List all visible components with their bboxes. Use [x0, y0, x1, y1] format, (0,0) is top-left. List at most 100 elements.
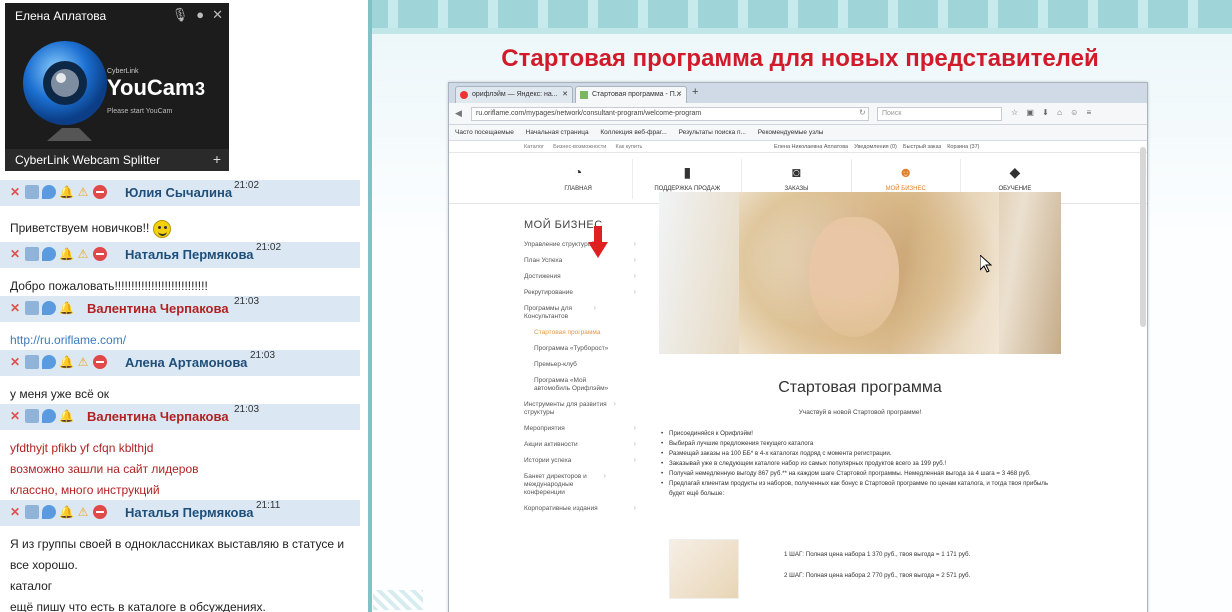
- slide-title: Стартовая программа для новых представит…: [501, 45, 1099, 72]
- block-icon[interactable]: [93, 505, 107, 519]
- yandex-icon: [460, 91, 468, 99]
- copy-icon[interactable]: [25, 301, 39, 315]
- bookmark-item[interactable]: Часто посещаемые: [455, 129, 514, 136]
- sidebar-item-active[interactable]: Стартовая программа: [524, 325, 644, 341]
- browser-tab[interactable]: орифлэйм — Яндекс: на... ✕: [455, 86, 573, 103]
- bell-icon[interactable]: 🔔: [59, 185, 74, 199]
- delete-icon[interactable]: ✕: [8, 247, 22, 261]
- copy-icon[interactable]: [25, 185, 39, 199]
- browser-window: орифлэйм — Яндекс: на... ✕ Стартовая про…: [448, 82, 1148, 612]
- copy-icon[interactable]: [25, 409, 39, 423]
- close-icon[interactable]: ✕: [212, 7, 223, 23]
- copy-icon[interactable]: [25, 505, 39, 519]
- bell-icon[interactable]: 🔔: [59, 355, 74, 369]
- bell-icon[interactable]: 🔔: [59, 247, 74, 261]
- new-tab-button[interactable]: +: [692, 86, 698, 98]
- message-body: Добро пожаловать!!!!!!!!!!!!!!!!!!!!!!!!…: [10, 276, 208, 297]
- delete-icon[interactable]: ✕: [8, 355, 22, 369]
- cart-link[interactable]: Корзина (37): [947, 144, 979, 150]
- search-input[interactable]: Поиск: [877, 107, 1002, 121]
- message-body: у меня уже всё ок: [10, 384, 109, 405]
- warning-icon[interactable]: ⚠: [76, 185, 90, 199]
- close-tab-icon[interactable]: ✕: [562, 90, 568, 98]
- navigation-toolbar: ◀ ru.oriflame.com/mypages/network/consul…: [449, 103, 1147, 125]
- product-image: [669, 539, 739, 599]
- reply-icon[interactable]: [42, 355, 56, 369]
- site-top-links: Каталог Бизнес-возможности Как купить Ел…: [449, 141, 1147, 153]
- reply-icon[interactable]: [42, 247, 56, 261]
- delete-icon[interactable]: ✕: [8, 409, 22, 423]
- quick-order-link[interactable]: Быстрый заказ: [903, 144, 941, 150]
- sidebar-item[interactable]: Управление структурой: [524, 237, 644, 253]
- smiley-icon: [152, 219, 171, 238]
- notifications-link[interactable]: Уведомления (0): [854, 144, 897, 150]
- sidebar-item[interactable]: План Успеха: [524, 253, 644, 269]
- copy-icon[interactable]: [25, 247, 39, 261]
- block-icon[interactable]: [93, 185, 107, 199]
- nav-home[interactable]: ◔ Главная: [524, 159, 634, 199]
- bookmark-item[interactable]: Результаты поиска п...: [679, 129, 746, 136]
- red-arrow-icon: [588, 226, 608, 258]
- block-icon[interactable]: [93, 247, 107, 261]
- toolbar-icons[interactable]: ☆ ▣ ⬇ ⌂ ☺ ≡: [1011, 108, 1091, 117]
- back-icon[interactable]: ◀: [455, 108, 462, 119]
- warning-icon[interactable]: ⚠: [76, 247, 90, 261]
- reload-icon[interactable]: ↻: [859, 108, 866, 117]
- bell-icon[interactable]: 🔔: [59, 505, 74, 519]
- bookmark-item[interactable]: Коллекция веб-фраг...: [600, 129, 666, 136]
- reply-icon[interactable]: [42, 505, 56, 519]
- top-link[interactable]: Как купить: [616, 144, 643, 150]
- sidebar-subitem[interactable]: Программа «Мой автомобиль Орифлэйм»: [524, 373, 614, 397]
- sidebar-item[interactable]: Программы для Консультантов: [524, 301, 604, 325]
- browser-tab-active[interactable]: Стартовая программа - П... ✕: [575, 86, 687, 103]
- add-button[interactable]: +: [213, 151, 221, 167]
- top-link[interactable]: Каталог: [524, 144, 544, 150]
- message-line: классно, много инструкций: [10, 483, 160, 497]
- shopping-bag-icon: ◙: [792, 164, 801, 180]
- top-link[interactable]: Бизнес-возможности: [553, 144, 606, 150]
- user-name-link[interactable]: Елена Николаевна Аплатова: [774, 144, 848, 150]
- close-tab-icon[interactable]: ✕: [676, 90, 682, 98]
- sidebar-item[interactable]: Банкет директоров и международные конфер…: [524, 469, 614, 501]
- bell-icon[interactable]: 🔔: [59, 301, 74, 315]
- sidebar-item[interactable]: Рекрутирование: [524, 285, 644, 301]
- reply-icon[interactable]: [42, 301, 56, 315]
- reply-icon[interactable]: [42, 185, 56, 199]
- message-line: Приветствуем новичков!!: [10, 221, 150, 235]
- message-tools: ✕ 🔔: [8, 301, 74, 315]
- sidebar-subitem[interactable]: Премьер-клуб: [524, 357, 644, 373]
- delete-icon[interactable]: ✕: [8, 505, 22, 519]
- message-header: ✕ 🔔 Валентина Черпакова 21:03: [0, 404, 360, 430]
- bookmarks-bar: Часто посещаемые Начальная страница Колл…: [449, 125, 1147, 141]
- bell-icon[interactable]: 🔔: [59, 409, 74, 423]
- ornament-corner: [373, 590, 423, 610]
- warning-icon[interactable]: ⚠: [76, 355, 90, 369]
- sidebar-item[interactable]: Корпоративные издания: [524, 501, 644, 517]
- message-body: yfdthyjt pfikb yf cfqn kblthjd возможно …: [10, 438, 199, 501]
- reply-icon[interactable]: [42, 409, 56, 423]
- sidebar-subitem[interactable]: Программа «Турборост»: [524, 341, 644, 357]
- delete-icon[interactable]: ✕: [8, 301, 22, 315]
- user-links: Елена Николаевна Аплатова Уведомления (0…: [774, 144, 979, 150]
- sidebar-item[interactable]: Мероприятия: [524, 421, 644, 437]
- message-link[interactable]: http://ru.oriflame.com/: [10, 333, 126, 347]
- bookmark-item[interactable]: Рекомендуемые узлы: [758, 129, 824, 136]
- record-icon[interactable]: ●: [196, 7, 204, 23]
- warning-icon[interactable]: ⚠: [76, 505, 90, 519]
- sidebar-item[interactable]: Истории успеха: [524, 453, 644, 469]
- sidebar-item[interactable]: Акции активности: [524, 437, 644, 453]
- block-icon[interactable]: [93, 355, 107, 369]
- sidebar-item[interactable]: Инструменты для развития структуры: [524, 397, 624, 421]
- message-author: Валентина Черпакова: [87, 301, 229, 316]
- microphone-icon[interactable]: 🎙: [172, 7, 189, 23]
- chat-panel: Елена Аплатова 🎙 ● ✕ CyberLink YouCam 3 …: [0, 0, 360, 612]
- delete-icon[interactable]: ✕: [8, 185, 22, 199]
- message-author: Наталья Пермякова: [125, 247, 254, 262]
- page-scrollbar[interactable]: [1140, 147, 1146, 327]
- brand-version: 3: [195, 79, 205, 99]
- address-bar[interactable]: ru.oriflame.com/mypages/network/consulta…: [471, 107, 869, 121]
- bookmark-item[interactable]: Начальная страница: [526, 129, 589, 136]
- copy-icon[interactable]: [25, 355, 39, 369]
- sidebar-item[interactable]: Достижения: [524, 269, 644, 285]
- slide-edge: [368, 0, 372, 612]
